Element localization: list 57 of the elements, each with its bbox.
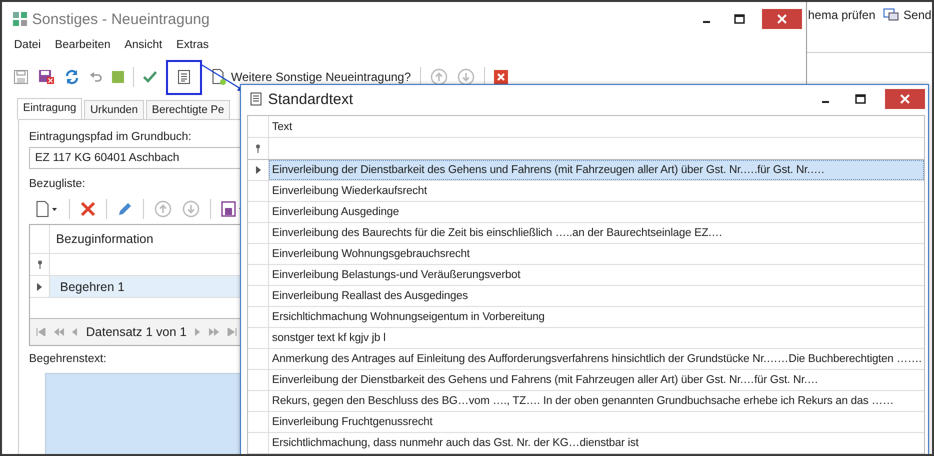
- delete-icon[interactable]: [80, 201, 96, 217]
- move-up-icon[interactable]: [430, 68, 448, 86]
- dialog-title: Standardtext: [268, 90, 354, 108]
- table-cell[interactable]: Ersichltichmachung Wohnungseigentum in Vorbereitung: [269, 307, 924, 327]
- column-header[interactable]: Text: [269, 116, 924, 137]
- document-icon: [250, 92, 262, 106]
- close-icon: [900, 94, 910, 104]
- tab[interactable]: Urkunden: [84, 100, 144, 119]
- menu-item[interactable]: Bearbeiten: [54, 39, 110, 59]
- table-cell[interactable]: Einverleibung Wohnungsgebrauchsrecht: [269, 244, 924, 264]
- toolbar-button[interactable]: hema prüfen: [808, 8, 876, 22]
- table-cell[interactable]: Einverleibung der Dienstbarkeit des Gehens und Fahrens (mit Fahrzeugen aller Art) über Gst. Nr.….für Gst. Nr.….: [269, 160, 924, 180]
- table-cell[interactable]: Anmerkung des Antrages auf Einleitung des Aufforderungsverfahrens hinsichtlich der Grundstücke Nr.……Die Buchberechtigten …….: [269, 349, 924, 369]
- field-label: Bezugliste:: [29, 178, 86, 190]
- window-title: Sonstiges - Neueintragung: [32, 10, 210, 28]
- tab[interactable]: Eintragung: [17, 98, 82, 119]
- maximize-icon[interactable]: [855, 94, 866, 104]
- move-down-icon[interactable]: [456, 68, 475, 86]
- save-close-icon[interactable]: [38, 69, 55, 85]
- document-icon[interactable]: [177, 69, 191, 85]
- field-label: Begehrenstext:: [29, 353, 106, 365]
- pencil-icon[interactable]: [117, 201, 133, 217]
- app-icon: [12, 11, 28, 27]
- table-cell[interactable]: Einverleibung der Dienstbarkeit des Gehens und Fahrens (mit Fahrzeugen aller Art) über Gst. Nr.…für Gst. Nr.…: [269, 370, 924, 390]
- undo-icon[interactable]: [89, 70, 103, 84]
- new-document-icon[interactable]: [35, 200, 59, 218]
- field-label: Eintragungspfad im Grundbuch:: [29, 131, 192, 143]
- close-button[interactable]: [762, 9, 802, 29]
- table-cell[interactable]: sonstger text kf kgjv jb l: [269, 328, 924, 348]
- table-cell[interactable]: Ersichtlichmachung, dass nunmehr auch das Gst. Nr. der KG…dienstbar ist: [269, 433, 924, 453]
- row-pointer-icon: [37, 282, 42, 290]
- save-icon[interactable]: [13, 69, 29, 85]
- menu-item[interactable]: Datei: [14, 39, 41, 59]
- new-document-icon[interactable]: [211, 68, 227, 86]
- menu-item[interactable]: Extras: [176, 39, 209, 59]
- toolbar-button[interactable]: Send: [883, 8, 932, 22]
- tab[interactable]: Berechtigte Pe: [146, 100, 230, 119]
- refresh-icon[interactable]: [64, 69, 80, 85]
- row-pointer-icon: [256, 166, 260, 174]
- windows-icon: [883, 8, 900, 22]
- record-counter: Datensatz 1 von 1: [86, 325, 187, 339]
- filter-icon: [255, 144, 261, 153]
- cancel-icon[interactable]: [494, 70, 508, 84]
- table-cell[interactable]: Einverleibung Ausgedinge: [269, 202, 924, 222]
- table-cell[interactable]: Rekurs, gegen den Beschluss des BG…vom …., TZ…. In der oben genannten Grundbuchsache erhebe ich Rekurs an das ……: [269, 391, 924, 411]
- table-cell[interactable]: Einverleibung Reallast des Ausgedinges: [269, 286, 924, 306]
- check-icon[interactable]: [143, 71, 157, 83]
- close-button[interactable]: [885, 89, 925, 109]
- table-cell[interactable]: Einverleibung Belastungs-und Veräußerungsverbot: [269, 265, 924, 285]
- table-cell[interactable]: Einverleibung Fruchtgenussrecht: [269, 412, 924, 432]
- toolbar-button[interactable]: Weitere Sonstige Neueintragung?: [231, 70, 411, 84]
- filter-icon: [36, 260, 42, 269]
- menu-item[interactable]: Ansicht: [124, 39, 162, 59]
- close-icon: [777, 14, 787, 24]
- table-cell[interactable]: Einverleibung Wiederkaufsrecht: [269, 181, 924, 201]
- maximize-icon[interactable]: [734, 14, 745, 24]
- table-cell[interactable]: Einverleibung des Baurechts für die Zeit bis einschließlich …..an der Baurechtseinlage EZ.…: [269, 223, 924, 243]
